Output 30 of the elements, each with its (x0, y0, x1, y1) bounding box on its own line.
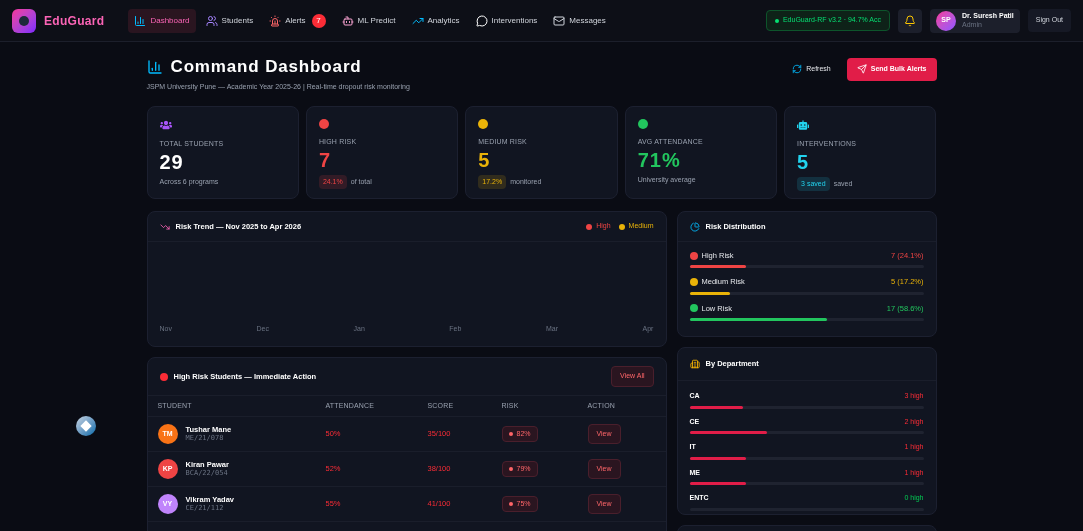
nav-tab[interactable]: ML Predict (335, 8, 402, 33)
count-badge: 7 (311, 13, 326, 28)
chat-icon (475, 14, 488, 27)
stat-value: 29 (159, 149, 185, 175)
chart-icon (689, 221, 700, 232)
users-icon (205, 14, 218, 27)
nav-tab[interactable]: Students (199, 8, 260, 33)
stat-value: 71% (637, 147, 682, 173)
stat-value: 7 (318, 147, 332, 173)
robot-icon (341, 14, 354, 27)
nav-tab[interactable]: Messages (547, 8, 612, 33)
mail-icon (553, 14, 566, 27)
send-icon (856, 64, 867, 75)
refresh-icon (792, 64, 803, 75)
stat-value: 5 (478, 147, 492, 173)
notifications-button[interactable] (898, 8, 922, 33)
stat-value: 5 (797, 149, 811, 175)
nav-tab[interactable]: Dashboard (128, 8, 196, 33)
nav-tab[interactable]: Interventions (469, 8, 544, 33)
bar-chart-icon (134, 14, 147, 27)
nav-tab[interactable]: Analytics (405, 8, 466, 33)
page-title: Command Dashboard (170, 56, 362, 78)
trend-icon (159, 221, 170, 232)
bell-icon (904, 14, 916, 27)
nav-tab[interactable]: Alerts 7 (263, 7, 332, 34)
bar-chart-icon (146, 58, 163, 75)
siren-icon (269, 14, 282, 27)
brand-name: EduGuard (44, 12, 105, 30)
logo-icon (12, 8, 36, 33)
building-icon (689, 359, 700, 369)
